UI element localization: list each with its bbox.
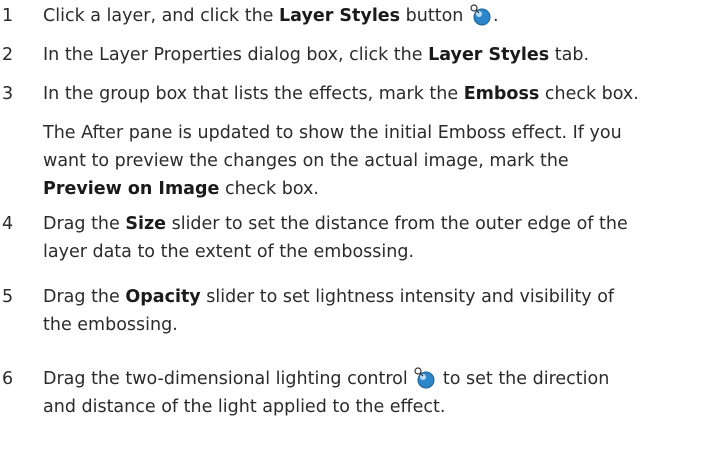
step-text: Drag the Size slider to set the distance… [43, 214, 628, 262]
ui-term-emboss: Emboss [463, 84, 540, 104]
step-text: Drag the two-dimensional lighting contro… [43, 365, 715, 421]
ui-term-preview-on-image: Preview on Image [43, 179, 220, 199]
layer-styles-icon [469, 3, 493, 27]
note-line: want to preview the changes on the actua… [43, 151, 569, 171]
ui-term-layer-styles-tab: Layer Styles [428, 45, 550, 65]
note-line: Preview on Image check box. [43, 179, 319, 199]
step-number: 5 [2, 287, 14, 307]
step-3-note: The After pane is updated to show the in… [43, 119, 715, 203]
step-number: 3 [2, 84, 14, 104]
ui-term-opacity: Opacity [125, 287, 201, 307]
step-text: In the Layer Properties dialog box, clic… [43, 45, 590, 65]
step-text: Drag the Opacity slider to set lightness… [43, 287, 615, 335]
ui-term-layer-styles: Layer Styles [279, 6, 401, 26]
step-number: 1 [2, 6, 14, 26]
lighting-control-icon [413, 366, 437, 390]
step-text: Click a layer, and click the Layer Style… [43, 2, 715, 30]
ui-term-size: Size [125, 214, 167, 234]
step-text: In the group box that lists the effects,… [43, 84, 639, 104]
step-number: 6 [2, 369, 14, 389]
step-number: 4 [2, 214, 14, 234]
note-line: The After pane is updated to show the in… [43, 123, 622, 143]
step-number: 2 [2, 45, 14, 65]
